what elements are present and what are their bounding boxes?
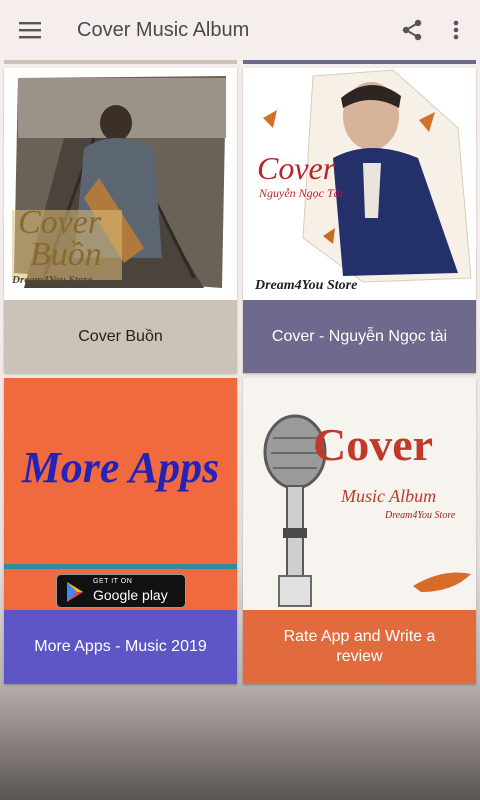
album-card-more-apps[interactable]: More Apps GET IT ON Google play More App… <box>4 378 237 684</box>
previous-card-edge <box>243 60 476 64</box>
share-button[interactable] <box>390 0 434 60</box>
art-brand: Dream4You Store <box>385 510 456 521</box>
app-title: Cover Music Album <box>77 18 250 41</box>
share-icon <box>402 19 422 41</box>
art-title: Cover <box>313 419 434 470</box>
album-card-cover-buon[interactable]: Cover Buồn Dream4You Store Cover Buồn <box>4 68 237 373</box>
badge-big-text: Google play <box>93 587 168 603</box>
album-grid[interactable]: Cover Buồn Dream4You Store Cover Buồn Co… <box>0 60 480 800</box>
album-card-cover-nguyen-ngoc-tai[interactable]: Cover Nguyễn Ngọc Tài Dream4You Store Co… <box>243 68 476 373</box>
card-label: Cover Buồn <box>4 300 237 373</box>
card-label: Cover - Nguyễn Ngọc tài <box>243 300 476 373</box>
art-brand: Dream4You Store <box>12 274 93 286</box>
badge-small-text: GET IT ON <box>93 578 133 585</box>
more-vert-icon <box>453 20 459 40</box>
album-art-rate-app: Cover Music Album Dream4You Store <box>243 378 476 610</box>
google-play-icon <box>67 582 83 602</box>
art-title: More Apps <box>21 443 220 492</box>
previous-card-edge <box>4 60 237 64</box>
google-play-badge: GET IT ON Google play <box>56 574 186 608</box>
app-bar: Cover Music Album <box>0 0 480 60</box>
album-art-cover-buon: Cover Buồn Dream4You Store <box>4 68 237 300</box>
art-title: Cover <box>257 150 336 186</box>
card-label: Rate App and Write a review <box>243 610 476 684</box>
menu-button[interactable] <box>0 0 60 60</box>
album-card-rate-app[interactable]: Cover Music Album Dream4You Store Rate A… <box>243 378 476 684</box>
album-art-cover-nguyen-ngoc-tai: Cover Nguyễn Ngọc Tài Dream4You Store <box>243 68 476 300</box>
album-art-more-apps: More Apps GET IT ON Google play <box>4 378 237 610</box>
card-label: More Apps - Music 2019 <box>4 610 237 684</box>
more-options-button[interactable] <box>434 0 478 60</box>
art-brand: Dream4You Store <box>255 278 358 293</box>
art-title-line2: Buồn <box>30 236 102 273</box>
art-subtitle: Music Album <box>341 486 437 506</box>
hamburger-menu-icon <box>19 22 41 39</box>
art-subtitle: Nguyễn Ngọc Tài <box>259 186 343 200</box>
